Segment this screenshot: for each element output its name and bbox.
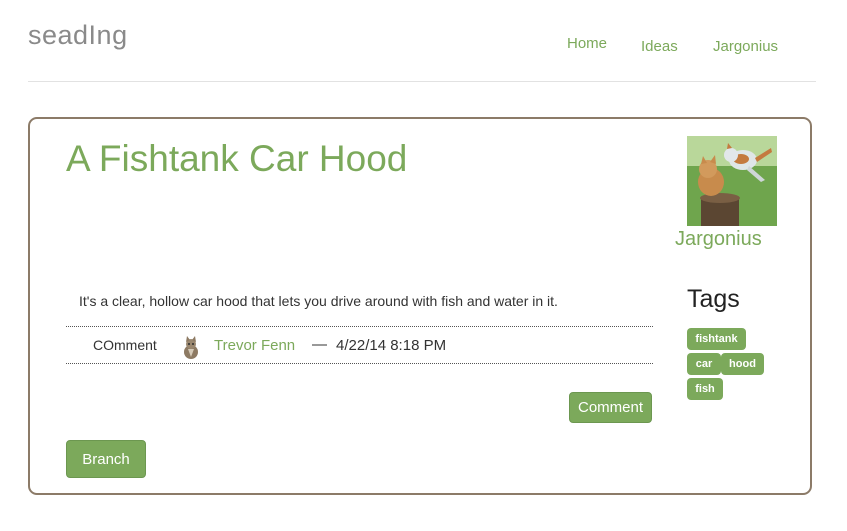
comment-separator: — [312, 336, 327, 353]
tag-fishtank[interactable]: fishtank [687, 328, 746, 350]
nav-user-link[interactable]: Jargonius [713, 38, 778, 55]
header-divider [28, 81, 816, 82]
tag-car[interactable]: car [687, 353, 721, 375]
idea-description: It's a clear, hollow car hood that lets … [79, 293, 558, 309]
branch-button[interactable]: Branch [66, 440, 146, 478]
tag-fish[interactable]: fish [687, 378, 723, 400]
nav-home-link[interactable]: Home [567, 35, 607, 52]
nav-ideas-link[interactable]: Ideas [641, 38, 678, 55]
kittens-photo-icon[interactable] [687, 136, 777, 226]
comment-timestamp: 4/22/14 8:18 PM [336, 337, 447, 354]
top-nav: Home Ideas Jargonius [0, 35, 847, 55]
comment-divider-top [66, 326, 653, 327]
page: seadIng Home Ideas Jargonius A Fishtank … [0, 0, 847, 531]
tag-hood[interactable]: hood [721, 353, 764, 375]
comment-label: COmment [93, 337, 157, 353]
tags-heading: Tags [687, 285, 740, 313]
comment-divider-bottom [66, 363, 653, 364]
cat-photo-icon [182, 335, 200, 359]
comment-author-link[interactable]: Trevor Fenn [214, 337, 295, 354]
idea-owner-link[interactable]: Jargonius [675, 228, 762, 251]
idea-title: A Fishtank Car Hood [66, 138, 408, 179]
comment-button[interactable]: Comment [569, 392, 652, 423]
